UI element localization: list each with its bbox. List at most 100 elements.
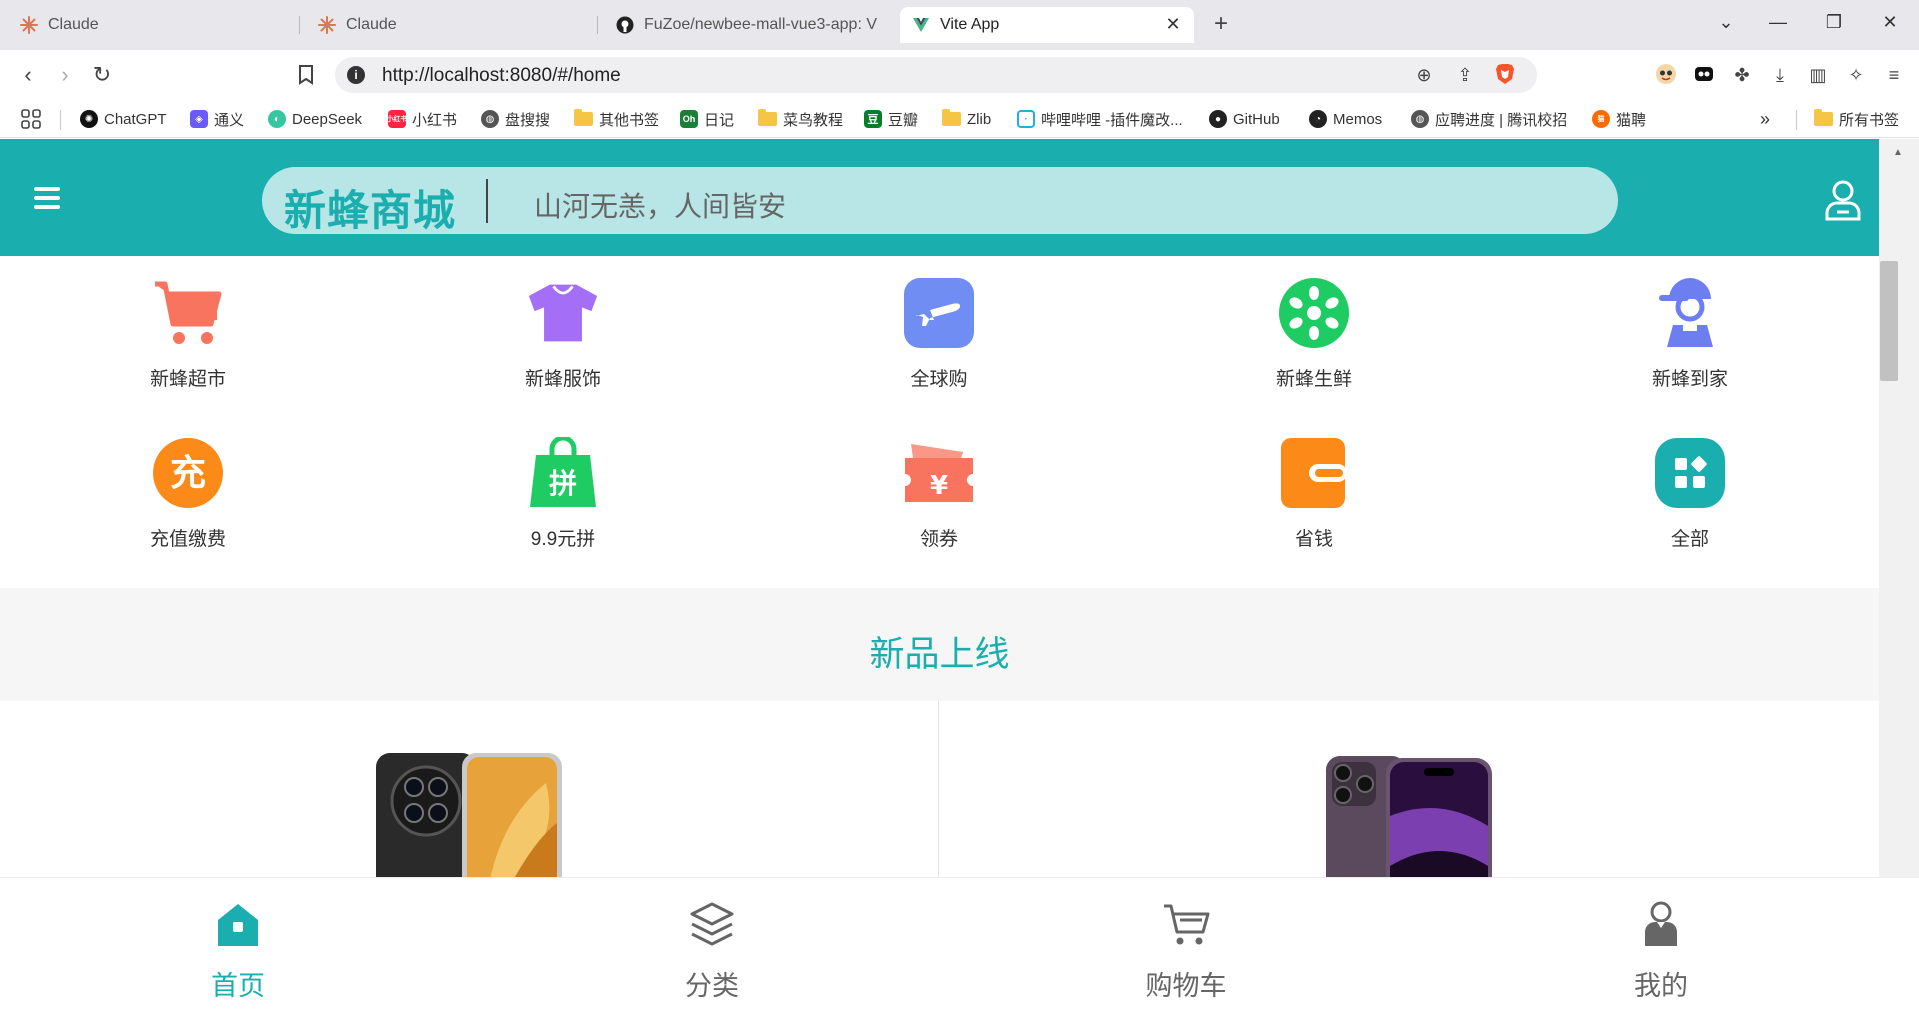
- url-text[interactable]: http://localhost:8080/#/home: [382, 65, 621, 87]
- bookmark-folder-runoob[interactable]: 菜鸟教程: [758, 107, 843, 131]
- forward-icon[interactable]: ›: [51, 61, 79, 89]
- folder-icon: [942, 109, 961, 126]
- nav-label: 购物车: [1145, 971, 1227, 1001]
- bilibili-icon: ·: [1017, 110, 1035, 128]
- category-clothing[interactable]: 新蜂服饰: [463, 277, 663, 391]
- user-login-icon[interactable]: [1823, 179, 1863, 221]
- browser-tab[interactable]: Claude: [306, 7, 598, 43]
- search-bar[interactable]: 新蜂商城 山河无恙，人间皆安: [262, 167, 1618, 234]
- ai-sparkle-icon[interactable]: ✧: [1844, 63, 1868, 87]
- category-fresh[interactable]: 新蜂生鲜: [1214, 277, 1414, 391]
- bookmark-label: 哔哩哔哩 -插件魔改...: [1041, 111, 1183, 129]
- section-title: 新品上线: [869, 635, 1010, 674]
- cart-icon: [152, 277, 224, 349]
- scrollbar-thumb[interactable]: [1880, 261, 1898, 381]
- extension-mask-icon[interactable]: [1692, 63, 1716, 87]
- bookmark-maopin[interactable]: 猫 猫聘: [1592, 107, 1646, 131]
- page-scrollbar[interactable]: ▲: [1879, 139, 1919, 878]
- search-divider: [486, 179, 488, 223]
- bookmark-tongyi[interactable]: ◈ 通义: [190, 107, 244, 131]
- bookmark-pansousou[interactable]: ◍ 盘搜搜: [481, 107, 550, 131]
- close-tab-icon[interactable]: ✕: [1162, 14, 1184, 35]
- nav-profile[interactable]: 我的: [1561, 900, 1761, 1003]
- category-group-buy[interactable]: 拼 9.9元拼: [463, 437, 663, 551]
- svg-text:¥: ¥: [930, 471, 948, 501]
- category-label: 新蜂到家: [1651, 369, 1728, 390]
- nav-cart[interactable]: 购物车: [1086, 900, 1286, 1003]
- category-coupon[interactable]: ¥ 领券: [839, 437, 1039, 551]
- share-icon[interactable]: ⇪: [1453, 63, 1477, 87]
- deepseek-icon: ◐: [268, 110, 286, 128]
- bookmark-deepseek[interactable]: ◐ DeepSeek: [268, 107, 362, 131]
- bookmark-label: DeepSeek: [292, 110, 363, 128]
- bookmark-label: 猫聘: [1616, 111, 1647, 129]
- nav-category[interactable]: 分类: [612, 900, 812, 1003]
- bookmark-xiaohongshu[interactable]: 小红书 小红书: [387, 107, 458, 131]
- hamburger-menu-icon[interactable]: [34, 187, 60, 209]
- browser-tab-strip: Claude Claude FuZoe/newbee-mall-vue3-app…: [0, 0, 1919, 50]
- category-global[interactable]: 全球购: [839, 277, 1039, 391]
- bookmark-icon[interactable]: [292, 61, 320, 89]
- back-icon[interactable]: ‹: [14, 61, 42, 89]
- apps-grid-icon[interactable]: [20, 107, 42, 131]
- bookmark-tencent-campus[interactable]: ◍ 应聘进度 | 腾讯校招: [1411, 107, 1567, 131]
- nav-home[interactable]: 首页: [138, 900, 338, 1003]
- bookmark-memos[interactable]: ◔ Memos: [1309, 107, 1382, 131]
- search-placeholder[interactable]: 山河无恙，人间皆安: [534, 185, 786, 225]
- courier-icon: [1654, 277, 1726, 349]
- scroll-up-icon[interactable]: ▲: [1893, 147, 1903, 158]
- bookmark-douban[interactable]: 豆 豆瓣: [864, 107, 918, 131]
- bookmark-label: 盘搜搜: [505, 111, 551, 129]
- category-supermarket[interactable]: 新蜂超市: [88, 277, 288, 391]
- bookmark-label: GitHub: [1233, 110, 1280, 128]
- vite-icon: [912, 16, 930, 34]
- category-all[interactable]: 全部: [1590, 437, 1790, 551]
- extensions-puzzle-icon[interactable]: ✤: [1730, 63, 1754, 87]
- restore-icon[interactable]: ❐: [1821, 12, 1847, 33]
- bookmark-github[interactable]: ● GitHub: [1209, 107, 1280, 131]
- minimize-icon[interactable]: —: [1765, 12, 1791, 33]
- bookmark-folder-other[interactable]: 其他书签: [574, 107, 659, 131]
- bookmark-label: Memos: [1333, 110, 1383, 128]
- tab-search-icon[interactable]: ⌄: [1713, 12, 1739, 33]
- sidebar-icon[interactable]: ▥: [1806, 63, 1830, 87]
- all-bookmarks-folder[interactable]: 所有书签: [1814, 107, 1899, 131]
- address-bar[interactable]: i http://localhost:8080/#/home ⊕ ⇪: [335, 57, 1537, 93]
- download-icon[interactable]: ⤓: [1768, 63, 1792, 87]
- recharge-icon: 充: [152, 437, 224, 509]
- main-menu-icon[interactable]: ≡: [1882, 63, 1906, 87]
- browser-tab[interactable]: FuZoe/newbee-mall-vue3-app: V: [604, 7, 896, 43]
- memos-icon: ◔: [1309, 110, 1327, 128]
- category-label: 全部: [1670, 529, 1709, 550]
- site-info-icon[interactable]: i: [347, 66, 365, 84]
- bookmark-label: 小红书: [412, 111, 458, 129]
- zoom-icon[interactable]: ⊕: [1412, 63, 1436, 87]
- nav-label: 我的: [1634, 971, 1688, 1001]
- more-bookmarks-icon[interactable]: »: [1760, 107, 1770, 131]
- browser-tab-active[interactable]: Vite App ✕: [900, 7, 1194, 43]
- bookmark-bilibili[interactable]: · 哔哩哔哩 -插件魔改...: [1017, 107, 1183, 131]
- brave-shield-icon[interactable]: [1493, 63, 1517, 87]
- bookmark-label: 所有书签: [1839, 111, 1900, 129]
- globe-icon: ◍: [1411, 110, 1429, 128]
- bookmark-label: 通义: [214, 111, 245, 129]
- category-recharge[interactable]: 充 充值缴费: [88, 437, 288, 551]
- bookmark-diary[interactable]: Oh 日记: [680, 107, 734, 131]
- new-goods-header: 新品上线: [0, 588, 1879, 701]
- github-icon: ●: [1209, 110, 1227, 128]
- browser-tab[interactable]: Claude: [8, 7, 300, 43]
- chatgpt-icon: ✺: [80, 110, 98, 128]
- plane-icon: [903, 277, 975, 349]
- bookmark-chatgpt[interactable]: ✺ ChatGPT: [80, 107, 167, 131]
- bookmark-folder-zlib[interactable]: Zlib: [942, 107, 991, 131]
- tab-title: Claude: [346, 16, 397, 33]
- folder-icon: [758, 109, 777, 126]
- category-save-money[interactable]: 省钱: [1214, 437, 1414, 551]
- reload-icon[interactable]: ↻: [88, 61, 116, 89]
- bookmark-label: 豆瓣: [888, 111, 919, 129]
- category-delivery[interactable]: 新蜂到家: [1590, 277, 1790, 391]
- extension-avatar-icon[interactable]: [1654, 63, 1678, 87]
- bookmark-label: ChatGPT: [104, 110, 167, 128]
- close-window-icon[interactable]: ✕: [1877, 12, 1903, 33]
- new-tab-button[interactable]: +: [1208, 10, 1234, 38]
